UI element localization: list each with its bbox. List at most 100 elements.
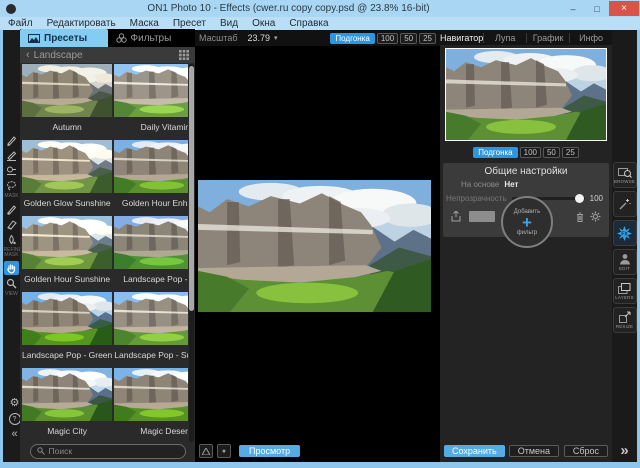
fit-button[interactable]: Подгонка [330,33,374,44]
canvas-area[interactable]: Масштаб 23.79 ▾ Подгонка 100 50 25 [195,30,440,462]
module-layers[interactable]: LAYERS [613,278,637,304]
preset-thumbnail[interactable] [22,64,112,117]
lasso-tool[interactable] [4,178,19,192]
menu-view[interactable]: Вид [220,18,238,29]
effects-starburst-icon: FX [617,226,632,241]
menu-mask[interactable]: Маска [130,18,159,29]
zoom-50-button[interactable]: 50 [400,33,417,44]
preset-thumbnail[interactable] [22,140,112,193]
save-button[interactable]: Сохранить [444,445,505,457]
preset-item[interactable]: Golden Glow Sunshine [22,140,112,214]
close-button[interactable]: × [609,1,639,16]
opacity-slider-knob[interactable] [575,194,584,203]
tab-loupe[interactable]: Лупа [484,33,527,43]
preset-item[interactable]: Magic City [22,368,112,442]
search-placeholder: Поиск [49,446,73,456]
expand-panel-icon[interactable]: » [612,441,637,459]
nav-zoom-100-button[interactable]: 100 [520,147,541,158]
quick-mask-tool[interactable] [4,163,19,177]
settings-gear-icon[interactable]: ⚙ [10,398,20,409]
reset-button[interactable]: Сброс [564,445,608,457]
soft-proof-toggle[interactable]: ● [217,444,231,458]
preset-label: Daily Vitamin [114,117,188,137]
tab-histogram[interactable]: График [527,33,570,43]
preset-item[interactable]: Landscape Pop - Green [22,292,112,366]
menu-preset[interactable]: Пресет [173,18,206,29]
chisel-tool[interactable] [4,217,19,231]
hand-tool[interactable] [4,261,19,275]
canvas-bottom-bar: ● Просмотр [195,443,440,459]
masking-bug-tool[interactable] [4,148,19,162]
tool-group-mask-label: MASK [4,194,18,199]
trash-icon[interactable] [576,212,584,222]
maximize-button[interactable]: □ [585,1,609,16]
zoom-tool[interactable] [4,276,19,290]
tab-presets[interactable]: Пресеты [20,29,108,47]
module-edit[interactable]: EDIT [613,249,637,275]
tab-navigator[interactable]: Навигатор [440,33,484,43]
clipping-warning-toggle[interactable] [199,444,213,458]
nav-zoom-25-button[interactable]: 25 [562,147,579,158]
blur-tool[interactable] [4,232,19,246]
preset-item[interactable]: Landscape Pop - Sunshine [114,292,188,366]
preset-scrollbar[interactable] [189,64,194,442]
export-icon[interactable] [451,211,461,222]
menu-help[interactable]: Справка [289,18,328,29]
search-input[interactable]: Поиск [30,444,186,459]
preset-thumbnail[interactable] [114,292,188,345]
tab-filters[interactable]: Фильтры [108,29,196,47]
help-icon[interactable]: ? [9,413,21,425]
masking-brush-tool[interactable] [4,133,19,147]
navigator-thumbnail[interactable] [445,48,607,141]
module-enhance[interactable] [613,191,637,217]
preset-thumbnail[interactable] [114,64,188,117]
tab-info[interactable]: Инфо [570,33,612,43]
preset-item[interactable]: Golden Hour Sunshine [22,216,112,290]
preset-item[interactable]: Golden Hour Enhancer [114,140,188,214]
preset-label: Golden Glow Sunshine [22,193,112,213]
module-resize[interactable]: RESIZE [613,307,637,333]
minimize-button[interactable]: – [561,1,585,16]
preset-item[interactable]: Autumn [22,64,112,138]
back-chevron-icon[interactable]: ‹ [26,49,30,61]
module-layers-label: LAYERS [615,295,634,300]
collapse-panel-icon[interactable]: « [11,429,17,440]
preview-button[interactable]: Просмотр [239,445,300,457]
module-strip: BROWSE FX EDIT LAYERS RESIZE » [612,30,637,462]
preset-thumbnail[interactable] [22,292,112,345]
preset-item[interactable]: Magic Desert [114,368,188,442]
right-panel-footer: Сохранить Отмена Сброс [440,443,612,459]
main-image[interactable] [198,180,431,312]
settings-gear-icon[interactable] [590,211,601,222]
category-bar[interactable]: ‹ Landscape [20,47,195,63]
nav-zoom-50-button[interactable]: 50 [543,147,560,158]
scale-dropdown[interactable]: 23.79 ▾ [248,33,278,43]
person-icon [619,253,631,265]
menu-edit[interactable]: Редактировать [47,18,116,29]
preset-thumbnail[interactable] [114,216,188,269]
grid-view-icon[interactable] [179,50,189,60]
scrollbar-thumb[interactable] [189,66,194,311]
based-on-value[interactable]: Нет [504,180,518,189]
preset-thumbnail[interactable] [114,140,188,193]
cancel-button[interactable]: Отмена [509,445,559,457]
preset-label: Autumn [22,117,112,137]
module-browse[interactable]: BROWSE [613,162,637,188]
preset-item[interactable]: Daily Vitamin [114,64,188,138]
svg-text:FX: FX [621,231,628,237]
menu-window[interactable]: Окна [252,18,275,29]
nav-fit-button[interactable]: Подгонка [473,147,517,158]
menu-file[interactable]: Файл [8,18,33,29]
preset-item[interactable]: Landscape Pop - Cool [114,216,188,290]
refine-brush-tool[interactable] [4,202,19,216]
module-resize-label: RESIZE [616,324,633,329]
add-filter-button[interactable]: Добавить + фильтр [501,196,553,248]
zoom-25-button[interactable]: 25 [419,33,436,44]
module-effects[interactable]: FX [613,220,637,246]
preset-swatch[interactable] [469,211,495,222]
preset-thumbnail[interactable] [114,368,188,421]
zoom-100-button[interactable]: 100 [377,33,398,44]
preset-thumbnail[interactable] [22,216,112,269]
resize-icon [619,311,631,323]
preset-thumbnail[interactable] [22,368,112,421]
